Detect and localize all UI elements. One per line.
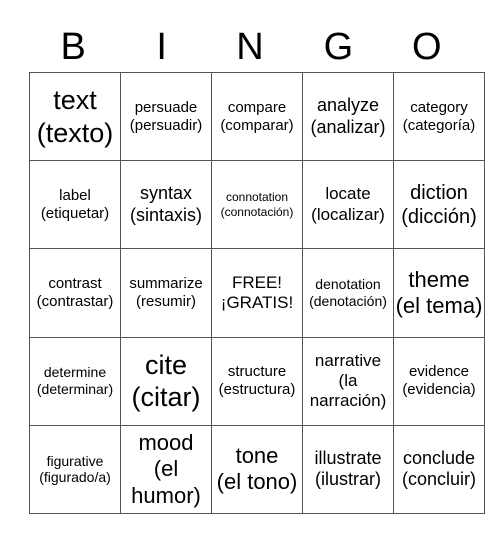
bingo-cell[interactable]: analyze (analizar)	[302, 71, 394, 162]
cell-term-spanish: (concluir)	[401, 469, 476, 490]
bingo-cell[interactable]: denotation (denotación)	[302, 248, 394, 338]
cell-term-english: illustrate	[314, 447, 382, 468]
header-letter-n: N	[236, 26, 264, 68]
cell-term-spanish: (el humor)	[131, 456, 201, 508]
bingo-cell[interactable]: label (etiquetar)	[29, 160, 121, 250]
bingo-cell[interactable]: syntax (sintaxis)	[120, 160, 212, 250]
bingo-cell[interactable]: persuade (persuadir)	[120, 71, 212, 162]
bingo-row: figurative (figurado/a) mood (el humor) tone…	[29, 424, 485, 515]
cell-term-spanish: (sintaxis)	[129, 204, 202, 225]
bingo-cell[interactable]: illustrate (ilustrar)	[302, 424, 394, 515]
cell-term-english: mood	[138, 429, 194, 455]
cell-term-spanish: (connotación)	[220, 204, 294, 219]
bingo-cell[interactable]: connotation (connotación)	[211, 160, 303, 250]
cell-term-spanish: (contrastar)	[36, 292, 114, 310]
cell-term-spanish: (localizar)	[311, 204, 385, 224]
cell-term-spanish: (denotación)	[309, 292, 387, 309]
header-letter-b: B	[60, 26, 86, 68]
bingo-cell[interactable]: conclude (concluir)	[393, 424, 485, 515]
bingo-row: label (etiquetar) syntax (sintaxis) connotat…	[29, 160, 485, 250]
header-letter-o: O	[412, 26, 442, 68]
bingo-header: B I N G O	[29, 22, 471, 72]
cell-term-english: analyze	[316, 95, 380, 115]
cell-term-english: narrative	[314, 350, 382, 370]
cell-term-english: conclude	[402, 447, 476, 468]
bingo-cell[interactable]: mood (el humor)	[120, 424, 212, 515]
header-letter-g: G	[323, 26, 354, 68]
bingo-row: determine (determinar) cite (citar) structur…	[29, 336, 485, 426]
cell-term-spanish: (etiquetar)	[40, 204, 110, 222]
bingo-cell[interactable]: tone (el tono)	[211, 424, 303, 515]
cell-term-english: theme	[408, 266, 470, 292]
bingo-cell[interactable]: structure (estructura)	[211, 336, 303, 426]
cell-term-spanish: (determinar)	[36, 381, 114, 398]
bingo-cell[interactable]: theme (el tema)	[393, 248, 485, 338]
cell-term-english: syntax	[139, 183, 193, 204]
cell-term-spanish: (categoría)	[402, 116, 476, 134]
free-space-cell[interactable]: FREE! ¡GRATIS!	[211, 248, 303, 338]
bingo-cell[interactable]: diction (dicción)	[393, 160, 485, 250]
cell-term-english: evidence	[408, 363, 470, 381]
bingo-cell[interactable]: locate (localizar)	[302, 160, 394, 250]
cell-term-english: tone	[235, 442, 279, 468]
cell-term-english: contrast	[48, 274, 102, 292]
cell-term-spanish: (texto)	[36, 117, 114, 148]
cell-term-spanish: (evidencia)	[402, 381, 476, 399]
cell-term-spanish: ¡GRATIS!	[220, 292, 294, 312]
cell-term-english: category	[410, 98, 468, 116]
cell-term-spanish: (el tono)	[216, 469, 298, 495]
cell-term-english: diction	[410, 181, 468, 204]
bingo-cell[interactable]: evidence (evidencia)	[393, 336, 485, 426]
cell-term-english: connotation	[225, 190, 289, 205]
cell-term-spanish: (estructura)	[218, 381, 296, 399]
header-letter-i: I	[156, 26, 167, 68]
cell-term-english: figurative	[46, 452, 104, 469]
cell-term-english: compare	[227, 98, 287, 116]
bingo-cell[interactable]: text (texto)	[29, 71, 121, 162]
cell-term-english: locate	[325, 184, 371, 204]
cell-term-english: text	[53, 85, 97, 116]
cell-term-spanish: (la narración)	[309, 370, 387, 411]
bingo-cell[interactable]: figurative (figurado/a)	[29, 424, 121, 515]
cell-term-spanish: (el tema)	[395, 292, 483, 318]
cell-term-english: persuade	[134, 98, 198, 116]
cell-term-spanish: (resumir)	[136, 292, 196, 310]
cell-term-english: denotation	[315, 276, 381, 293]
bingo-row: contrast (contrastar) summarize (resumir) FR…	[29, 248, 485, 338]
bingo-cell[interactable]: contrast (contrastar)	[29, 248, 121, 338]
cell-term-spanish: (comparar)	[220, 116, 294, 134]
cell-term-english: FREE!	[231, 272, 283, 292]
cell-term-spanish: (analizar)	[310, 116, 386, 137]
bingo-cell[interactable]: determine (determinar)	[29, 336, 121, 426]
bingo-grid: text (texto) persuade (persuadir) compare (co…	[29, 71, 485, 515]
cell-term-spanish: (persuadir)	[129, 116, 203, 134]
cell-term-english: structure	[227, 363, 287, 381]
cell-term-spanish: (dicción)	[401, 205, 477, 228]
cell-term-english: cite	[144, 349, 188, 380]
cell-term-english: determine	[43, 364, 107, 381]
cell-term-spanish: (figurado/a)	[39, 469, 111, 486]
bingo-cell[interactable]: category (categoría)	[393, 71, 485, 162]
cell-term-english: summarize	[129, 274, 203, 292]
bingo-cell[interactable]: cite (citar)	[120, 336, 212, 426]
cell-term-english: label	[59, 186, 91, 204]
bingo-cell[interactable]: summarize (resumir)	[120, 248, 212, 338]
cell-term-spanish: (ilustrar)	[315, 469, 381, 490]
bingo-row: text (texto) persuade (persuadir) compare (co…	[29, 71, 485, 162]
bingo-cell[interactable]: compare (comparar)	[211, 71, 303, 162]
cell-term-spanish: (citar)	[131, 382, 201, 413]
bingo-cell[interactable]: narrative (la narración)	[302, 336, 394, 426]
